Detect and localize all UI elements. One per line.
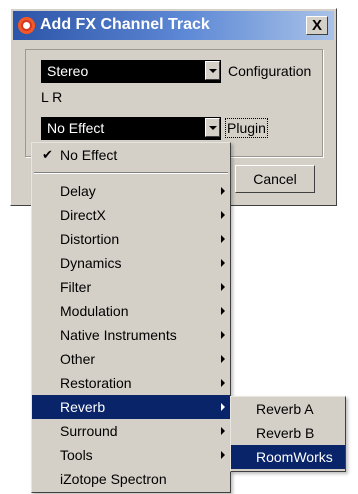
menu-item-label: Other	[60, 351, 96, 367]
menu-item-filter[interactable]: Filter	[32, 275, 230, 299]
menu-item-label: Reverb B	[256, 425, 315, 441]
submenu-arrow-icon	[221, 331, 225, 339]
menu-item-label: Surround	[60, 423, 118, 439]
menu-item-other[interactable]: Other	[32, 347, 230, 371]
submenu-arrow-icon	[221, 235, 225, 243]
menu-item-label: Reverb	[60, 399, 106, 415]
reverb-submenu: Reverb A Reverb B RoomWorks	[230, 396, 346, 472]
menu-item-label: RoomWorks	[256, 449, 333, 465]
menu-item-modulation[interactable]: Modulation	[32, 299, 230, 323]
menu-item-label: Restoration	[60, 375, 132, 391]
menu-item-delay[interactable]: Delay	[32, 179, 230, 203]
submenu-item-roomworks[interactable]: RoomWorks	[231, 445, 345, 469]
menu-item-izotope-spectron[interactable]: iZotope Spectron	[32, 467, 230, 491]
submenu-arrow-icon	[221, 379, 225, 387]
chevron-down-icon[interactable]	[205, 118, 220, 137]
submenu-arrow-icon	[221, 451, 225, 459]
menu-item-label: Reverb A	[256, 401, 314, 417]
menu-item-distortion[interactable]: Distortion	[32, 227, 230, 251]
menu-item-reverb[interactable]: Reverb	[32, 395, 230, 419]
plugin-select[interactable]: No Effect	[41, 117, 221, 140]
menu-item-label: Dynamics	[60, 255, 122, 271]
menu-item-label: Modulation	[60, 303, 129, 319]
chevron-down-icon[interactable]	[205, 61, 220, 80]
dialog-title: Add FX Channel Track	[40, 16, 210, 33]
submenu-arrow-icon	[221, 187, 225, 195]
submenu-arrow-icon	[221, 211, 225, 219]
submenu-item-reverb-a[interactable]: Reverb A	[231, 397, 345, 421]
menu-item-tools[interactable]: Tools	[32, 443, 230, 467]
menu-item-label: iZotope Spectron	[60, 471, 167, 487]
menu-item-restoration[interactable]: Restoration	[32, 371, 230, 395]
menu-item-label: No Effect	[60, 147, 118, 163]
submenu-item-reverb-b[interactable]: Reverb B	[231, 421, 345, 445]
menu-item-directx[interactable]: DirectX	[32, 203, 230, 227]
menu-item-dynamics[interactable]: Dynamics	[32, 251, 230, 275]
submenu-arrow-icon	[221, 427, 225, 435]
menu-item-label: Delay	[60, 183, 96, 199]
cancel-button[interactable]: Cancel	[235, 165, 315, 193]
menu-item-surround[interactable]: Surround	[32, 419, 230, 443]
submenu-arrow-icon	[221, 283, 225, 291]
menu-item-label: Native Instruments	[60, 327, 177, 343]
menu-item-label: Distortion	[60, 231, 120, 247]
submenu-arrow-icon	[221, 355, 225, 363]
menu-item-native-instruments[interactable]: Native Instruments	[32, 323, 230, 347]
app-logo-icon	[18, 17, 35, 34]
menu-item-no-effect[interactable]: ✔ No Effect	[32, 143, 230, 167]
plugin-value: No Effect	[47, 120, 105, 136]
submenu-arrow-icon	[221, 307, 225, 315]
title-bar[interactable]: Add FX Channel Track X	[13, 11, 334, 40]
configuration-select[interactable]: Stereo	[41, 60, 221, 83]
menu-item-label: Tools	[60, 447, 93, 463]
plugin-label: Plugin	[225, 118, 268, 138]
configuration-label: Configuration	[228, 63, 312, 79]
close-button[interactable]: X	[306, 16, 328, 35]
menu-item-label: Filter	[60, 279, 92, 295]
menu-item-label: DirectX	[60, 207, 106, 223]
channels-text: L R	[41, 89, 63, 105]
submenu-arrow-icon	[221, 403, 225, 411]
plugin-menu: ✔ No Effect Delay DirectX Distortion Dyn…	[31, 142, 231, 493]
configuration-value: Stereo	[47, 63, 89, 79]
submenu-arrow-icon	[221, 259, 225, 267]
check-icon: ✔	[42, 147, 53, 162]
menu-separator	[34, 172, 228, 174]
